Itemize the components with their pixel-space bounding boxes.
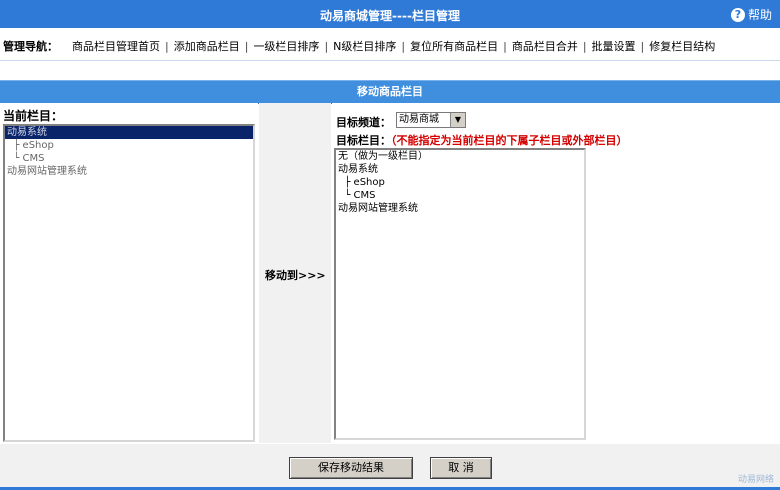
copyright: 动易网络 [737, 475, 774, 485]
target-option[interactable]: └ CMS [336, 189, 584, 202]
target-column-heading: 目标栏目：（不能指定为当前栏目的下属子栏目或外部栏目） [336, 132, 628, 148]
target-panel: 目标频道： 动易商城 ▼ 目标栏目：（不能指定为当前栏目的下属子栏目或外部栏目）… [332, 103, 780, 443]
help-label: 帮助 [747, 8, 772, 22]
current-option[interactable]: ├ eShop [5, 139, 253, 152]
current-column-panel: 当前栏目： 动易系统 ├ eShop └ CMS 动易网站管理系统 [0, 103, 258, 443]
nav-separator: | [401, 40, 406, 53]
target-channel-value: 动易商城 [399, 114, 439, 125]
nav-separator: | [244, 40, 249, 53]
nav-item-repair[interactable]: 修复栏目结构 [649, 40, 715, 53]
current-column-label: 当前栏目： [3, 109, 64, 123]
nav-label: 管理导航： [3, 40, 58, 53]
target-option[interactable]: 无（做为一级栏目） [336, 150, 584, 163]
target-column-label: 目标栏目： [336, 134, 391, 147]
nav-separator: | [324, 40, 329, 53]
current-option[interactable]: └ CMS [5, 152, 253, 165]
target-column-warning: （不能指定为当前栏目的下属子栏目或外部栏目） [391, 134, 628, 147]
move-panel: 移动到>>> [259, 103, 331, 443]
current-column-listbox[interactable]: 动易系统 ├ eShop └ CMS 动易网站管理系统 [3, 124, 255, 442]
help-link[interactable]: ? 帮助 [730, 6, 772, 23]
target-channel-label: 目标频道： [336, 116, 391, 129]
footer-bar: 保存移动结果 取 消 动易网络 [0, 444, 780, 490]
current-option[interactable]: 动易系统 [5, 126, 253, 139]
save-button[interactable]: 保存移动结果 [289, 457, 413, 479]
nav-item-home[interactable]: 商品栏目管理首页 [72, 40, 160, 53]
page-title: 动易商城管理----栏目管理 [320, 9, 460, 23]
title-bar: 动易商城管理----栏目管理 ? 帮助 [0, 0, 780, 28]
nav-item-merge[interactable]: 商品栏目合并 [512, 40, 578, 53]
target-option[interactable]: 动易系统 [336, 163, 584, 176]
nav-item-batch[interactable]: 批量设置 [592, 40, 636, 53]
cancel-button[interactable]: 取 消 [430, 457, 492, 479]
target-column-listbox[interactable]: 无（做为一级栏目） 动易系统 ├ eShop └ CMS 动易网站管理系统 [334, 148, 586, 440]
nav-item-reset[interactable]: 复位所有商品栏目 [410, 40, 498, 53]
target-option[interactable]: 动易网站管理系统 [336, 202, 584, 215]
move-to-label: 移动到>>> [265, 269, 326, 282]
target-option[interactable]: ├ eShop [336, 176, 584, 189]
nav-item-sort-n[interactable]: N级栏目排序 [333, 40, 396, 53]
help-icon: ? [730, 7, 745, 22]
nav-separator: | [640, 40, 645, 53]
nav-separator: | [582, 40, 587, 53]
section-title: 移动商品栏目 [0, 80, 780, 104]
nav-item-sort-top[interactable]: 一级栏目排序 [253, 40, 319, 53]
nav-separator: | [503, 40, 507, 53]
nav-separator: | [165, 40, 169, 53]
current-option[interactable]: 动易网站管理系统 [5, 165, 253, 178]
nav-bar: 管理导航： 商品栏目管理首页 | 添加商品栏目 | 一级栏目排序 | N级栏目排序 | 复位所有… [0, 28, 780, 61]
nav-items: 商品栏目管理首页 | 添加商品栏目 | 一级栏目排序 | N级栏目排序 | 复位所有商品栏目 | 商… [72, 38, 715, 54]
nav-item-add[interactable]: 添加商品栏目 [174, 40, 240, 53]
target-channel-select[interactable]: 动易商城 ▼ [396, 112, 466, 128]
chevron-down-icon[interactable]: ▼ [450, 113, 465, 127]
